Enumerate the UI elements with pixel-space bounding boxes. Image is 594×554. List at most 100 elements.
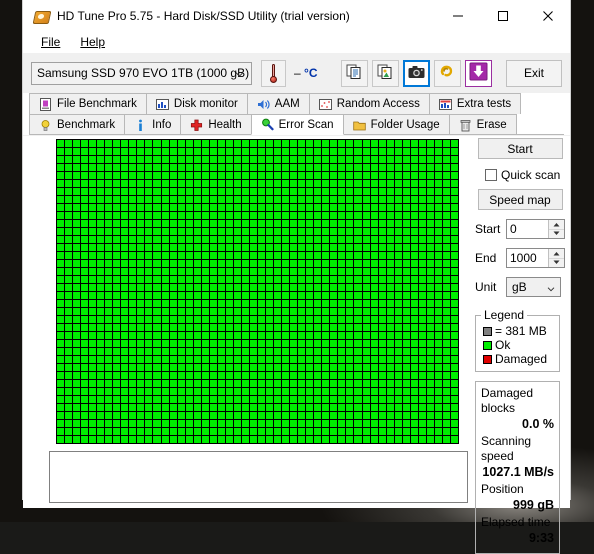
scan-block-grid[interactable]: [56, 139, 459, 444]
scan-block: [370, 148, 378, 155]
start-spin-up[interactable]: [549, 220, 564, 230]
scan-block: [137, 212, 145, 219]
scan-block: [81, 228, 89, 235]
scan-block: [434, 428, 442, 435]
scan-block: [290, 228, 298, 235]
scan-block: [290, 268, 298, 275]
menu-item-help[interactable]: Help: [70, 33, 115, 51]
scan-block: [185, 420, 193, 427]
scan-block: [145, 220, 153, 227]
legend-ok-swatch: [483, 340, 492, 350]
scan-block: [233, 436, 241, 443]
scan-block: [282, 324, 290, 331]
scan-block: [426, 268, 434, 275]
tab-aam[interactable]: AAM: [246, 93, 310, 114]
scan-block: [137, 228, 145, 235]
scan-block: [282, 220, 290, 227]
scan-block: [298, 332, 306, 339]
scan-block: [402, 316, 410, 323]
start-spin-down[interactable]: [549, 230, 564, 239]
scan-block: [113, 148, 121, 155]
scan-block: [346, 412, 354, 419]
tab-random-access[interactable]: Random Access: [308, 93, 430, 114]
drive-select[interactable]: Samsung SSD 970 EVO 1TB (1000 gB): [31, 61, 252, 85]
tab-folder-usage[interactable]: Folder Usage: [342, 114, 450, 135]
close-button[interactable]: [525, 0, 570, 31]
scan-block: [249, 252, 257, 259]
end-input[interactable]: 1000: [507, 249, 548, 267]
scan-block: [233, 332, 241, 339]
scan-block: [201, 412, 209, 419]
end-spinner[interactable]: 1000: [506, 248, 565, 268]
tab-file-benchmark[interactable]: File Benchmark: [29, 93, 147, 114]
scan-block: [249, 260, 257, 267]
copy-text-button[interactable]: [341, 59, 368, 87]
menu-item-file[interactable]: File: [31, 33, 70, 51]
options-button[interactable]: [434, 59, 461, 87]
scan-block: [57, 188, 65, 195]
scan-block: [169, 180, 177, 187]
scan-block: [89, 420, 97, 427]
tab-health[interactable]: Health: [180, 114, 252, 135]
scan-block: [282, 244, 290, 251]
scan-block: [169, 420, 177, 427]
end-spin-buttons[interactable]: [548, 249, 564, 267]
scan-block: [113, 348, 121, 355]
download-button[interactable]: [465, 59, 492, 87]
scan-block: [266, 276, 274, 283]
scan-block: [378, 388, 386, 395]
scan-block: [338, 300, 346, 307]
tab-benchmark[interactable]: Benchmark: [29, 114, 126, 135]
scan-block: [249, 148, 257, 155]
scan-block: [65, 292, 73, 299]
minimize-button[interactable]: [435, 0, 480, 31]
log-textbox[interactable]: [49, 451, 468, 503]
quick-scan-checkbox[interactable]: [485, 169, 497, 181]
end-spin-up[interactable]: [549, 249, 564, 259]
scan-block: [442, 412, 450, 419]
scan-block: [217, 404, 225, 411]
scan-block: [330, 244, 338, 251]
end-spin-down[interactable]: [549, 259, 564, 268]
start-input[interactable]: 0: [507, 220, 548, 238]
scan-block: [169, 404, 177, 411]
scan-block: [274, 380, 282, 387]
scan-block: [201, 300, 209, 307]
scan-block: [249, 404, 257, 411]
scan-block: [330, 164, 338, 171]
scan-block: [266, 308, 274, 315]
quick-scan-checkbox-row[interactable]: Quick scan: [485, 168, 565, 182]
scan-block: [121, 396, 129, 403]
scan-block: [426, 356, 434, 363]
scan-block: [362, 404, 370, 411]
scan-block: [298, 268, 306, 275]
scan-block: [113, 300, 121, 307]
scan-block: [201, 236, 209, 243]
speed-map-button[interactable]: Speed map: [477, 189, 563, 210]
scan-block: [426, 396, 434, 403]
start-scan-button[interactable]: Start: [477, 138, 563, 159]
scan-block: [322, 436, 330, 443]
screenshot-button[interactable]: [403, 59, 430, 87]
scan-block: [233, 380, 241, 387]
scan-block: [249, 196, 257, 203]
tab-extra-tests[interactable]: Extra tests: [428, 93, 522, 114]
copy-image-button[interactable]: [372, 59, 399, 87]
start-spinner[interactable]: 0: [506, 219, 565, 239]
tab-error-scan[interactable]: Error Scan: [250, 114, 344, 135]
scan-block: [442, 316, 450, 323]
scan-block: [89, 388, 97, 395]
scan-block: [201, 244, 209, 251]
scan-block: [402, 436, 410, 443]
scan-block: [282, 356, 290, 363]
tab-info[interactable]: Info: [124, 114, 182, 135]
tab-disk-monitor[interactable]: Disk monitor: [145, 93, 248, 114]
unit-select[interactable]: gB: [506, 277, 561, 297]
exit-button[interactable]: Exit: [506, 59, 562, 87]
maximize-button[interactable]: [480, 0, 525, 31]
scan-block: [362, 372, 370, 379]
tab-erase[interactable]: Erase: [448, 114, 517, 135]
start-spin-buttons[interactable]: [548, 220, 564, 238]
scan-block: [113, 428, 121, 435]
scan-block: [418, 164, 426, 171]
